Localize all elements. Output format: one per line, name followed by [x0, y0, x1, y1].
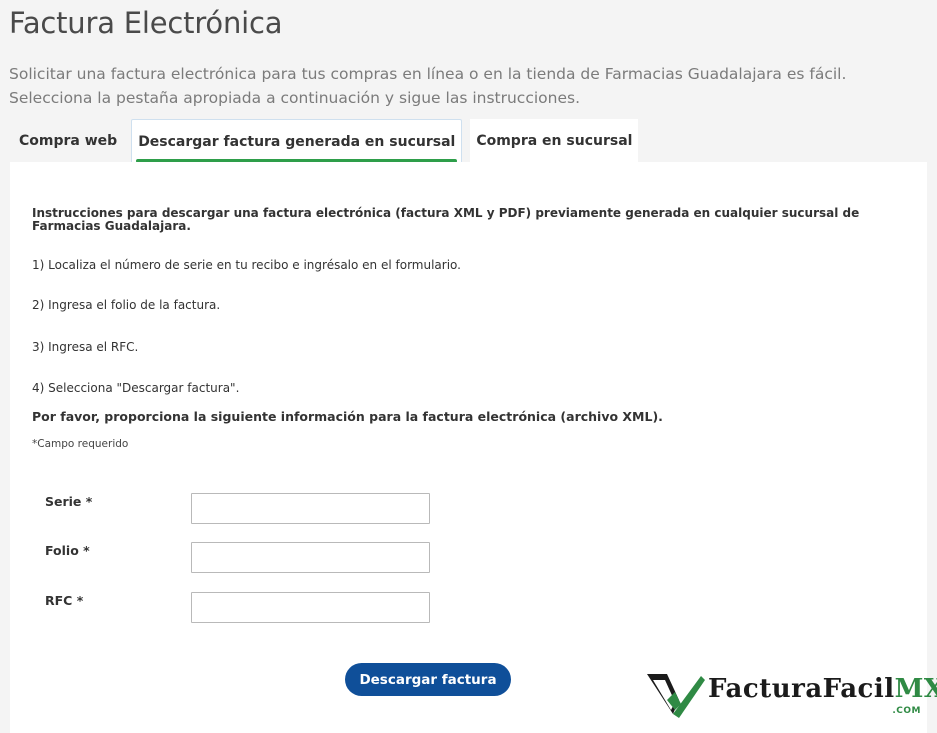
- instruction-step-3: 3) Ingresa el RFC.: [32, 340, 139, 354]
- folio-input[interactable]: [191, 542, 430, 573]
- page-title: Factura Electrónica: [9, 6, 283, 40]
- required-field-note: *Campo requerido: [32, 438, 129, 450]
- page: Factura Electrónica Solicitar una factur…: [0, 0, 937, 733]
- descargar-factura-button[interactable]: Descargar factura: [345, 663, 511, 696]
- brand-name: FacturaFacilMX: [708, 674, 937, 704]
- serie-label: Serie *: [45, 494, 93, 509]
- brand-domain: .COM: [892, 706, 921, 716]
- facturafacil-watermark: FacturaFacilMX .COM: [645, 670, 937, 720]
- brand-name-suffix: MX: [894, 674, 937, 704]
- tab-compra-en-sucursal[interactable]: Compra en sucursal: [470, 119, 639, 163]
- instruction-step-4: 4) Selecciona "Descargar factura".: [32, 381, 240, 395]
- folio-label: Folio *: [45, 543, 90, 558]
- page-intro: Solicitar una factura electrónica para t…: [9, 65, 847, 107]
- tab-compra-web[interactable]: Compra web: [13, 119, 123, 163]
- rfc-label: RFC *: [45, 593, 84, 608]
- checkmark-logo-icon: [647, 674, 705, 718]
- instructions-heading: Instrucciones para descargar una factura…: [32, 206, 860, 233]
- tab-descargar-factura[interactable]: Descargar factura generada en sucursal: [131, 119, 463, 163]
- serie-input[interactable]: [191, 493, 430, 524]
- instruction-step-2: 2) Ingresa el folio de la factura.: [32, 298, 221, 312]
- rfc-input[interactable]: [191, 592, 430, 623]
- provide-info-text: Por favor, proporciona la siguiente info…: [32, 409, 663, 424]
- instruction-step-1: 1) Localiza el número de serie en tu rec…: [32, 258, 461, 272]
- tab-panel: Instrucciones para descargar una factura…: [10, 162, 927, 733]
- tab-bar: Compra web Descargar factura generada en…: [13, 119, 639, 163]
- brand-name-main: FacturaFacil: [708, 674, 895, 704]
